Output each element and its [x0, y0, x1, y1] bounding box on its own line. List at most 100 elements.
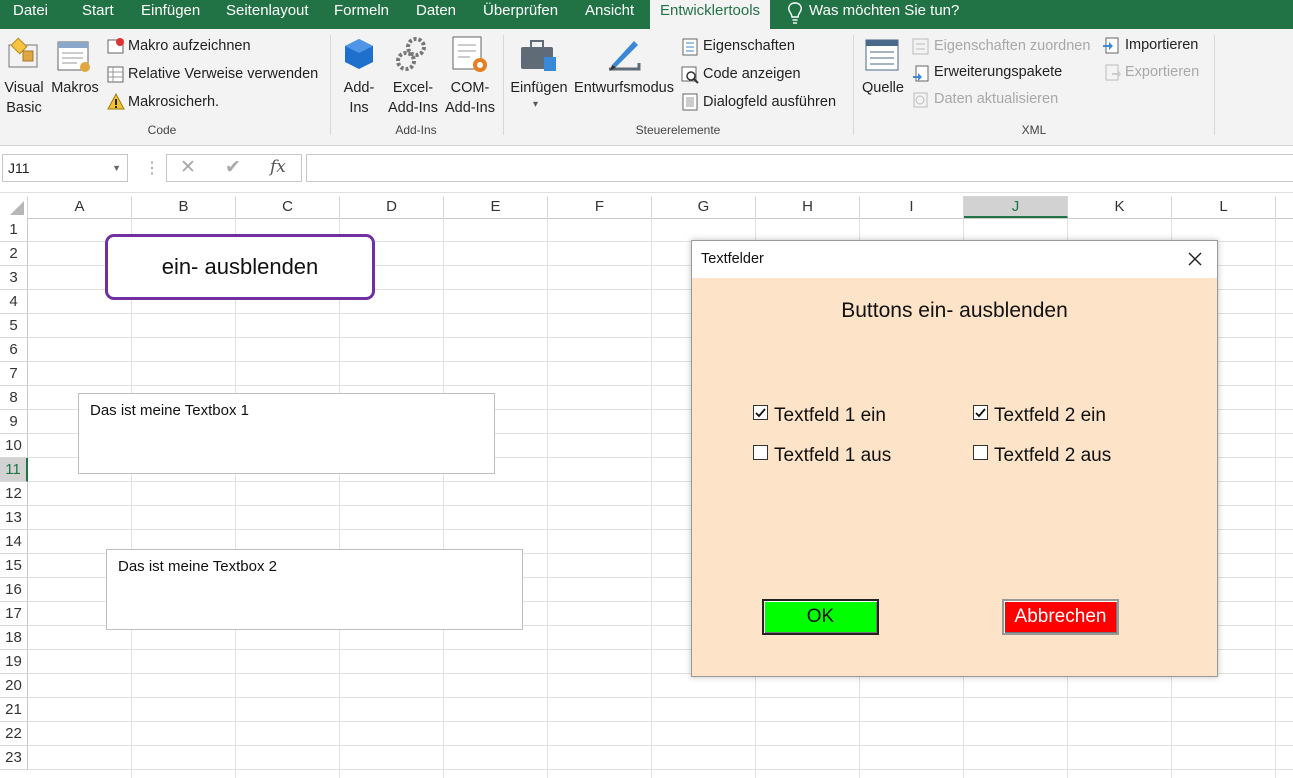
checkbox-unchecked-icon[interactable]: [753, 445, 768, 460]
row-header[interactable]: 20: [0, 674, 28, 698]
row-header[interactable]: 18: [0, 626, 28, 650]
tab-ueberpruefen[interactable]: Überprüfen: [483, 0, 558, 29]
close-icon[interactable]: [1185, 249, 1205, 269]
tell-me-search[interactable]: Was möchten Sie tun?: [809, 0, 959, 29]
textbox-1[interactable]: Das ist meine Textbox 1: [78, 393, 495, 474]
tab-einfuegen[interactable]: Einfügen: [141, 0, 200, 29]
expansion-packs-button[interactable]: Erweiterungspakete: [934, 64, 1062, 80]
record-macro-button[interactable]: Makro aufzeichnen: [128, 38, 251, 54]
design-mode-icon[interactable]: [604, 35, 644, 75]
row-header[interactable]: 13: [0, 506, 28, 530]
column-header[interactable]: C: [236, 196, 340, 218]
row-header[interactable]: 4: [0, 290, 28, 314]
checkbox-unchecked-icon[interactable]: [973, 445, 988, 460]
row-header-selected[interactable]: 11: [0, 458, 28, 482]
visual-basic-label: Visual Basic: [4, 80, 44, 116]
checkbox-textfeld-1-aus[interactable]: Textfeld 1 aus: [753, 445, 891, 467]
properties-button[interactable]: Eigenschaften: [703, 38, 795, 54]
com-add-ins-icon[interactable]: [450, 35, 490, 75]
tab-daten[interactable]: Daten: [416, 0, 456, 29]
column-header[interactable]: A: [28, 196, 132, 218]
run-dialog-button[interactable]: Dialogfeld ausführen: [703, 94, 836, 110]
grip-dots-icon[interactable]: ⋮: [144, 158, 160, 178]
column-header[interactable]: D: [340, 196, 444, 218]
visual-basic-icon[interactable]: [5, 37, 43, 75]
com-add-ins-button[interactable]: COM-Add-Ins: [441, 78, 499, 118]
map-properties-icon: [912, 38, 929, 55]
insert-function-icon[interactable]: fx: [270, 157, 286, 177]
row-header[interactable]: 16: [0, 578, 28, 602]
show-hide-shape-button[interactable]: ein- ausblenden: [105, 234, 375, 300]
column-header[interactable]: F: [548, 196, 652, 218]
row-header[interactable]: 2: [0, 242, 28, 266]
xml-source-icon[interactable]: [864, 37, 902, 75]
tab-entwicklertools[interactable]: Entwicklertools: [650, 0, 771, 29]
row-header[interactable]: 1: [0, 218, 28, 242]
checkbox-checked-icon[interactable]: [973, 405, 988, 420]
add-ins-button[interactable]: Add-Ins: [338, 78, 380, 118]
row-header[interactable]: 8: [0, 386, 28, 410]
tab-datei[interactable]: Datei: [13, 0, 48, 29]
dialog-title-bar[interactable]: Textfelder: [692, 241, 1217, 278]
import-button[interactable]: Importieren: [1125, 37, 1198, 53]
row-header[interactable]: 14: [0, 530, 28, 554]
column-header[interactable]: K: [1068, 196, 1172, 218]
refresh-data-button[interactable]: Daten aktualisieren: [934, 91, 1058, 107]
macros-button[interactable]: Makros: [50, 78, 100, 98]
relative-references-button[interactable]: Relative Verweise verwenden: [128, 66, 318, 82]
row-header[interactable]: 12: [0, 482, 28, 506]
xml-source-button[interactable]: Quelle: [858, 78, 908, 98]
tab-formeln[interactable]: Formeln: [334, 0, 389, 29]
row-header[interactable]: 9: [0, 410, 28, 434]
ribbon-divider: [1214, 35, 1215, 135]
add-ins-icon[interactable]: [342, 37, 376, 73]
tab-seitenlayout[interactable]: Seitenlayout: [226, 0, 309, 29]
export-button[interactable]: Exportieren: [1125, 64, 1199, 80]
name-box[interactable]: J11 ▼: [2, 154, 128, 182]
row-header[interactable]: 17: [0, 602, 28, 626]
excel-add-ins-icon[interactable]: [394, 35, 430, 73]
checkbox-checked-icon[interactable]: [753, 405, 768, 420]
macros-icon[interactable]: [55, 37, 93, 75]
column-header[interactable]: E: [444, 196, 548, 218]
row-header[interactable]: 10: [0, 434, 28, 458]
formula-input[interactable]: [306, 154, 1293, 182]
column-header[interactable]: I: [860, 196, 964, 218]
tab-ansicht[interactable]: Ansicht: [585, 0, 634, 29]
row-header[interactable]: 3: [0, 266, 28, 290]
row-header[interactable]: 21: [0, 698, 28, 722]
cancel-icon[interactable]: ✕: [180, 156, 196, 179]
view-code-button[interactable]: Code anzeigen: [703, 66, 801, 82]
column-header[interactable]: G: [652, 196, 756, 218]
row-header[interactable]: 23: [0, 746, 28, 770]
row-header[interactable]: 6: [0, 338, 28, 362]
textbox-2[interactable]: Das ist meine Textbox 2: [106, 549, 523, 630]
column-header[interactable]: B: [132, 196, 236, 218]
design-mode-button[interactable]: Entwurfsmodus: [572, 78, 676, 98]
checkbox-textfeld-1-ein[interactable]: Textfeld 1 ein: [753, 405, 886, 427]
row-header[interactable]: 15: [0, 554, 28, 578]
visual-basic-button[interactable]: Visual Basic: [0, 78, 48, 118]
tab-start[interactable]: Start: [82, 0, 114, 29]
checkbox-textfeld-2-ein[interactable]: Textfeld 2 ein: [973, 405, 1106, 427]
column-header-row: A B C D E F G H I J K L: [0, 196, 1293, 219]
column-header[interactable]: L: [1172, 196, 1276, 218]
row-header[interactable]: 22: [0, 722, 28, 746]
insert-controls-button[interactable]: Einfügen: [508, 78, 570, 98]
row-header[interactable]: 7: [0, 362, 28, 386]
checkbox-label: Textfeld 2 aus: [994, 445, 1112, 466]
column-header[interactable]: H: [756, 196, 860, 218]
excel-add-ins-button[interactable]: Excel-Add-Ins: [385, 78, 441, 118]
cancel-button[interactable]: Abbrechen: [1002, 599, 1119, 635]
checkbox-textfeld-2-aus[interactable]: Textfeld 2 aus: [973, 445, 1111, 467]
row-header[interactable]: 19: [0, 650, 28, 674]
row-header[interactable]: 5: [0, 314, 28, 338]
select-all-corner[interactable]: [0, 196, 28, 218]
map-properties-button[interactable]: Eigenschaften zuordnen: [934, 38, 1090, 54]
column-header-selected[interactable]: J: [964, 196, 1068, 218]
ok-button[interactable]: OK: [762, 599, 879, 635]
chevron-down-icon[interactable]: ▼: [112, 155, 121, 181]
insert-controls-icon[interactable]: [518, 37, 560, 75]
confirm-icon[interactable]: ✔: [225, 156, 241, 179]
macro-security-button[interactable]: Makrosicherh.: [128, 94, 219, 110]
